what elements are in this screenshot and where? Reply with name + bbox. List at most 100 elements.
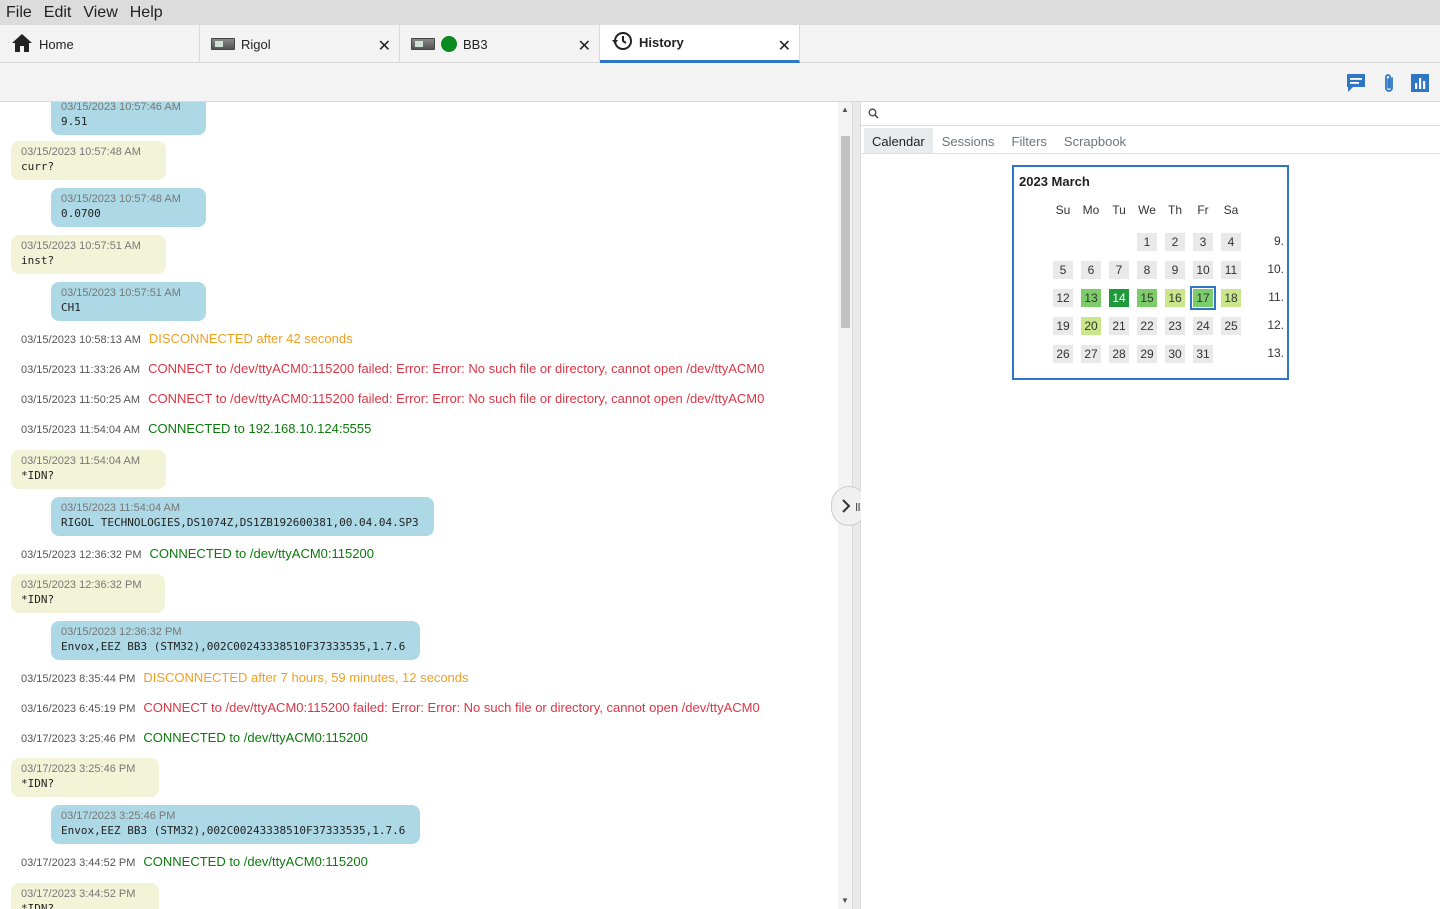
tab-calendar[interactable]: Calendar bbox=[864, 128, 933, 154]
entry-timestamp: 03/15/2023 11:54:04 AM bbox=[21, 455, 141, 467]
calendar-day[interactable]: 3 bbox=[1193, 233, 1213, 251]
calendar-day[interactable]: 27 bbox=[1081, 345, 1101, 363]
calendar-day[interactable]: 31 bbox=[1193, 345, 1213, 363]
request-bubble[interactable]: 03/17/2023 3:25:46 PM *IDN? bbox=[11, 758, 159, 797]
tab-label: BB3 bbox=[463, 36, 488, 52]
menu-file[interactable]: File bbox=[6, 4, 32, 22]
calendar-day[interactable]: 19 bbox=[1053, 317, 1073, 335]
calendar-day[interactable]: 21 bbox=[1109, 317, 1129, 335]
request-bubble[interactable]: 03/15/2023 10:57:48 AM curr? bbox=[11, 141, 166, 180]
calendar-day[interactable]: 2 bbox=[1165, 233, 1185, 251]
menu-help[interactable]: Help bbox=[130, 4, 163, 22]
comment-icon[interactable] bbox=[1345, 72, 1367, 94]
request-bubble[interactable]: 03/15/2023 10:57:51 AM inst? bbox=[11, 235, 166, 274]
calendar-day[interactable]: 8 bbox=[1137, 261, 1157, 279]
paperclip-icon[interactable] bbox=[1378, 72, 1400, 94]
entry-text: DISCONNECTED after 7 hours, 59 minutes, … bbox=[143, 670, 469, 685]
calendar-day[interactable]: 14 bbox=[1109, 289, 1129, 307]
entry-timestamp: 03/15/2023 12:36:32 PM bbox=[21, 579, 142, 591]
response-bubble[interactable]: 03/15/2023 10:57:46 AM 9.51 bbox=[51, 102, 206, 135]
activity-line[interactable]: 03/15/2023 10:58:13 AM DISCONNECTED after… bbox=[21, 331, 353, 346]
calendar-day[interactable]: 15 bbox=[1137, 289, 1157, 307]
search-input[interactable] bbox=[861, 102, 1440, 126]
entry-text: CH1 bbox=[61, 301, 81, 314]
tab-bb3[interactable]: BB3 ✕ bbox=[400, 25, 600, 63]
tab-scrapbook[interactable]: Scrapbook bbox=[1056, 128, 1134, 154]
calendar-day[interactable]: 29 bbox=[1137, 345, 1157, 363]
calendar-day[interactable]: 11 bbox=[1221, 261, 1241, 279]
scroll-down-arrow-icon[interactable]: ▼ bbox=[841, 896, 849, 905]
side-panel-tabs: Calendar Sessions Filters Scrapbook bbox=[864, 128, 1135, 154]
entry-text: *IDN? bbox=[21, 593, 55, 606]
calendar-day[interactable]: 28 bbox=[1109, 345, 1129, 363]
calendar-day[interactable]: 9 bbox=[1165, 261, 1185, 279]
calendar-day[interactable]: 10 bbox=[1193, 261, 1213, 279]
activity-line[interactable]: 03/17/2023 3:25:46 PM CONNECTED to /dev/t… bbox=[21, 730, 368, 745]
close-icon[interactable]: ✕ bbox=[578, 36, 591, 56]
entry-text: DISCONNECTED after 42 seconds bbox=[148, 331, 353, 346]
tab-home[interactable]: Home bbox=[0, 25, 200, 63]
entry-timestamp: 03/15/2023 11:50:25 AM bbox=[21, 394, 141, 406]
history-icon bbox=[611, 31, 633, 54]
calendar-day[interactable]: 30 bbox=[1165, 345, 1185, 363]
activity-line[interactable]: 03/15/2023 8:35:44 PM DISCONNECTED after … bbox=[21, 670, 469, 685]
activity-line[interactable]: 03/16/2023 6:45:19 PM CONNECT to /dev/tty… bbox=[21, 700, 760, 715]
calendar-day[interactable]: 18 bbox=[1221, 289, 1241, 307]
calendar-day[interactable]: 25 bbox=[1221, 317, 1241, 335]
activity-line[interactable]: 03/15/2023 12:36:32 PM CONNECTED to /dev/… bbox=[21, 546, 374, 561]
entry-text: Envox,EEZ BB3 (STM32),002C00243338510F37… bbox=[61, 824, 406, 837]
weekday-header: Tu bbox=[1112, 203, 1126, 217]
close-icon[interactable]: ✕ bbox=[778, 36, 791, 56]
entry-timestamp: 03/17/2023 3:25:46 PM bbox=[21, 763, 136, 775]
calendar-day[interactable]: 16 bbox=[1165, 289, 1185, 307]
calendar-day[interactable]: 12 bbox=[1053, 289, 1073, 307]
week-number: 11. bbox=[1268, 290, 1284, 304]
calendar-day[interactable]: 1 bbox=[1137, 233, 1157, 251]
activity-line[interactable]: 03/15/2023 11:50:25 AM CONNECT to /dev/tt… bbox=[21, 391, 764, 406]
history-list[interactable]: 03/15/2023 10:57:46 AM 9.51 03/15/2023 1… bbox=[0, 102, 838, 909]
calendar-day[interactable]: 22 bbox=[1137, 317, 1157, 335]
activity-line[interactable]: 03/17/2023 3:44:52 PM CONNECTED to /dev/t… bbox=[21, 854, 368, 869]
close-icon[interactable]: ✕ bbox=[378, 36, 391, 56]
calendar-day[interactable]: 5 bbox=[1053, 261, 1073, 279]
tab-history[interactable]: History ✕ bbox=[600, 25, 800, 63]
response-bubble[interactable]: 03/15/2023 10:57:51 AM CH1 bbox=[51, 282, 206, 321]
calendar-day[interactable]: 20 bbox=[1081, 317, 1101, 335]
response-bubble[interactable]: 03/15/2023 10:57:48 AM 0.0700 bbox=[51, 188, 206, 227]
entry-text: 9.51 bbox=[61, 115, 88, 128]
tab-sessions[interactable]: Sessions bbox=[934, 128, 1003, 154]
calendar-day[interactable]: 13 bbox=[1081, 289, 1101, 307]
response-bubble[interactable]: 03/15/2023 12:36:32 PM Envox,EEZ BB3 (ST… bbox=[51, 621, 420, 660]
entry-timestamp: 03/17/2023 3:25:46 PM bbox=[21, 733, 136, 745]
scroll-up-arrow-icon[interactable]: ▲ bbox=[841, 105, 849, 114]
tab-rigol[interactable]: Rigol ✕ bbox=[200, 25, 400, 63]
weekday-header: Sa bbox=[1223, 203, 1239, 217]
calendar-day[interactable]: 24 bbox=[1193, 317, 1213, 335]
request-bubble[interactable]: 03/17/2023 3:44:52 PM *IDN? bbox=[11, 883, 159, 909]
calendar-day[interactable]: 6 bbox=[1081, 261, 1101, 279]
response-bubble[interactable]: 03/17/2023 3:25:46 PM Envox,EEZ BB3 (STM… bbox=[51, 805, 420, 844]
calendar-day[interactable]: 7 bbox=[1109, 261, 1129, 279]
menu-edit[interactable]: Edit bbox=[44, 4, 72, 22]
menu-bar: File Edit View Help bbox=[0, 0, 1440, 25]
entry-timestamp: 03/17/2023 3:44:52 PM bbox=[21, 888, 136, 900]
calendar-day[interactable]: 4 bbox=[1221, 233, 1241, 251]
calendar-day[interactable]: 26 bbox=[1053, 345, 1073, 363]
calendar-day[interactable]: 17 bbox=[1190, 286, 1216, 310]
tab-filters[interactable]: Filters bbox=[1004, 128, 1055, 154]
request-bubble[interactable]: 03/15/2023 12:36:32 PM *IDN? bbox=[11, 574, 165, 613]
response-bubble[interactable]: 03/15/2023 11:54:04 AM RIGOL TECHNOLOGIE… bbox=[51, 497, 434, 536]
activity-line[interactable]: 03/15/2023 11:33:26 AM CONNECT to /dev/tt… bbox=[21, 361, 764, 376]
entry-text: 0.0700 bbox=[61, 207, 101, 220]
entry-timestamp: 03/15/2023 12:36:32 PM bbox=[61, 626, 182, 638]
weekday-header: Th bbox=[1167, 203, 1182, 217]
history-side-panel: Calendar Sessions Filters Scrapbook 2023… bbox=[861, 102, 1440, 909]
menu-view[interactable]: View bbox=[83, 4, 117, 22]
tab-label: Home bbox=[39, 36, 74, 52]
request-bubble[interactable]: 03/15/2023 11:54:04 AM *IDN? bbox=[11, 450, 166, 489]
entry-timestamp: 03/15/2023 10:58:13 AM bbox=[21, 334, 141, 346]
scroll-thumb[interactable] bbox=[841, 136, 850, 328]
calendar-day[interactable]: 23 bbox=[1165, 317, 1185, 335]
chart-icon[interactable] bbox=[1409, 72, 1431, 94]
activity-line[interactable]: 03/15/2023 11:54:04 AM CONNECTED to 192.1… bbox=[21, 421, 371, 436]
